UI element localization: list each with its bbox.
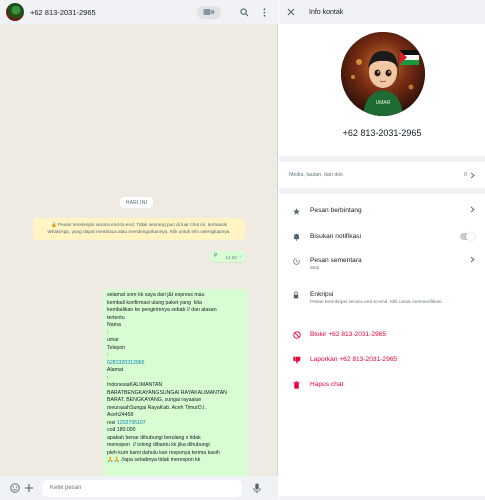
trash-icon [293, 380, 305, 390]
resi-link[interactable]: 1203795107 [117, 420, 146, 426]
search-button[interactable] [237, 5, 251, 19]
chevron-right-icon [470, 256, 475, 265]
thumbs-down-icon [293, 355, 305, 365]
message-line: Telepon [107, 344, 126, 351]
message-bubble[interactable]: P 14.20 ✓ [210, 251, 246, 262]
contact-phone: +62 813-2031-2965 [342, 128, 422, 138]
bell-icon [293, 232, 305, 242]
contact-info-header: Info kontak [279, 0, 485, 24]
media-label: Media, tautan, dan dok [289, 172, 343, 178]
message-line: apakah benar dihubungi berulang x tidak [107, 434, 201, 441]
message-line: BARAT, BENGKAYANG, sungai rayaaiue [107, 397, 202, 403]
chevron-right-icon [470, 172, 475, 178]
contact-info-panel: Info kontak UMAR +62 813-2031-2965 Media… [279, 0, 485, 500]
disappearing-messages-row[interactable]: Pesan sementara Mati [279, 256, 485, 272]
media-links-docs-row[interactable]: Media, tautan, dan dok 0 [279, 162, 485, 188]
message-bubble[interactable]: selamat sore kk saya dari j&t express ma… [103, 289, 248, 490]
emoji-button[interactable] [8, 481, 22, 495]
encryption-description: Pesan terenkripsi secara end-to-end. Kli… [310, 300, 443, 305]
profile-photo-image: UMAR [341, 32, 425, 116]
search-icon [239, 7, 248, 16]
profile-photo[interactable]: UMAR [341, 32, 425, 116]
composer [0, 476, 278, 500]
video-call-button[interactable] [197, 5, 221, 19]
disappearing-messages-label: Pesan sementara [310, 257, 362, 264]
hoodie-text: UMAR [376, 100, 391, 106]
message-line: kembalikan ke pengirimnya sebab // dan a… [107, 307, 217, 313]
message-line: Nama [107, 322, 121, 328]
message-line: 🙏🙏 //apa sebabnya tidak merespon kk [107, 457, 201, 463]
message-line: : [107, 374, 109, 381]
mute-notifications-label: Bisukan notifikasi [310, 233, 361, 240]
delete-chat-label: Hapus chat [310, 381, 344, 388]
chevron-right-icon [470, 206, 475, 215]
starred-messages-label: Pesan berbintang [310, 207, 362, 214]
message-list[interactable]: HARI INI 🔒 Pesan terenkripsi secara end-… [0, 24, 278, 490]
block-contact-row[interactable]: Blokir +62 813-2031-2965 [279, 330, 485, 340]
message-time: 14.20 [225, 254, 237, 260]
profile-section: UMAR +62 813-2031-2965 [279, 24, 485, 156]
microphone-icon [253, 483, 261, 493]
menu-button[interactable] [257, 5, 271, 19]
encryption-notice[interactable]: 🔒 Pesan terenkripsi secara end-to-end. T… [33, 218, 245, 240]
message-line: merespon // tolong dibantu kk jika dihub… [107, 442, 210, 448]
resi-label: resi [107, 419, 117, 426]
message-text: P [214, 253, 218, 259]
message-line: BARATBENGKAYANGSUNGAI RAYAKALIMANTAN [107, 389, 227, 396]
report-contact-label: Laporkan +62 813-2031-2965 [310, 356, 398, 363]
message-line: IndonesiaKALIMANTAN [107, 382, 163, 388]
resi-line: resi 1203795107 [107, 420, 244, 428]
delete-chat-row[interactable]: Hapus chat [279, 380, 485, 390]
contact-info-title: Info kontak [309, 8, 344, 16]
timer-icon [293, 256, 305, 266]
message-line: umar [107, 337, 119, 343]
block-contact-label: Blokir +62 813-2031-2965 [310, 331, 387, 338]
lock-icon [293, 290, 305, 300]
chat-title[interactable]: +62 813-2031-2965 [30, 8, 197, 17]
date-divider: HARI INI [120, 197, 153, 208]
voice-message-button[interactable] [250, 481, 264, 495]
sent-tick-icon: ✓ [238, 254, 243, 260]
attach-button[interactable] [22, 481, 36, 495]
message-line: : [107, 352, 109, 358]
emoji-icon [10, 483, 20, 493]
message-line: : [107, 329, 109, 336]
message-input[interactable] [42, 479, 242, 497]
close-button[interactable] [287, 8, 295, 16]
message-line: cod 180.000 [107, 427, 136, 433]
more-vertical-icon [263, 7, 265, 17]
contact-options: Pesan berbintang Bisukan notifikasi Pesa… [279, 194, 485, 496]
message-line: meurasahSungai RayaKab. Aceh TimurD.I. [107, 404, 206, 411]
avatar[interactable] [6, 3, 24, 21]
encryption-row[interactable]: Enkripsi Pesan terenkripsi secara end-to… [279, 290, 485, 306]
encryption-label: Enkripsi [310, 291, 334, 298]
mute-notifications-row[interactable]: Bisukan notifikasi [279, 232, 485, 242]
star-icon [293, 206, 305, 216]
plus-icon [25, 484, 33, 492]
disappearing-messages-status: Mati [310, 266, 320, 271]
starred-messages-row[interactable]: Pesan berbintang [279, 206, 485, 216]
phone-link[interactable]: 6281320312965 [107, 360, 244, 368]
media-count: 0 [463, 172, 467, 178]
chat-pane: +62 813-2031-2965 HARI INI 🔒 Pesan teren [0, 0, 278, 500]
report-contact-row[interactable]: Laporkan +62 813-2031-2965 [279, 355, 485, 365]
message-line: tertentu [107, 314, 125, 321]
mute-toggle[interactable] [460, 232, 475, 241]
chat-header[interactable]: +62 813-2031-2965 [0, 0, 278, 24]
media-count-area: 0 [464, 172, 475, 179]
message-meta: 14.20 ✓ [226, 254, 243, 260]
video-camera-icon [203, 9, 215, 15]
message-line: pleh kurir kami dahulu kan responya teri… [107, 449, 220, 456]
message-line: selamat sore kk saya dari j&t express ma… [107, 292, 205, 298]
message-line: Alamat [107, 367, 124, 373]
message-line: Aceh24458 [107, 412, 134, 418]
block-icon [293, 330, 305, 340]
close-icon [287, 8, 295, 16]
message-line: kembali konfirmasi ulang paket yang kita [107, 299, 202, 306]
